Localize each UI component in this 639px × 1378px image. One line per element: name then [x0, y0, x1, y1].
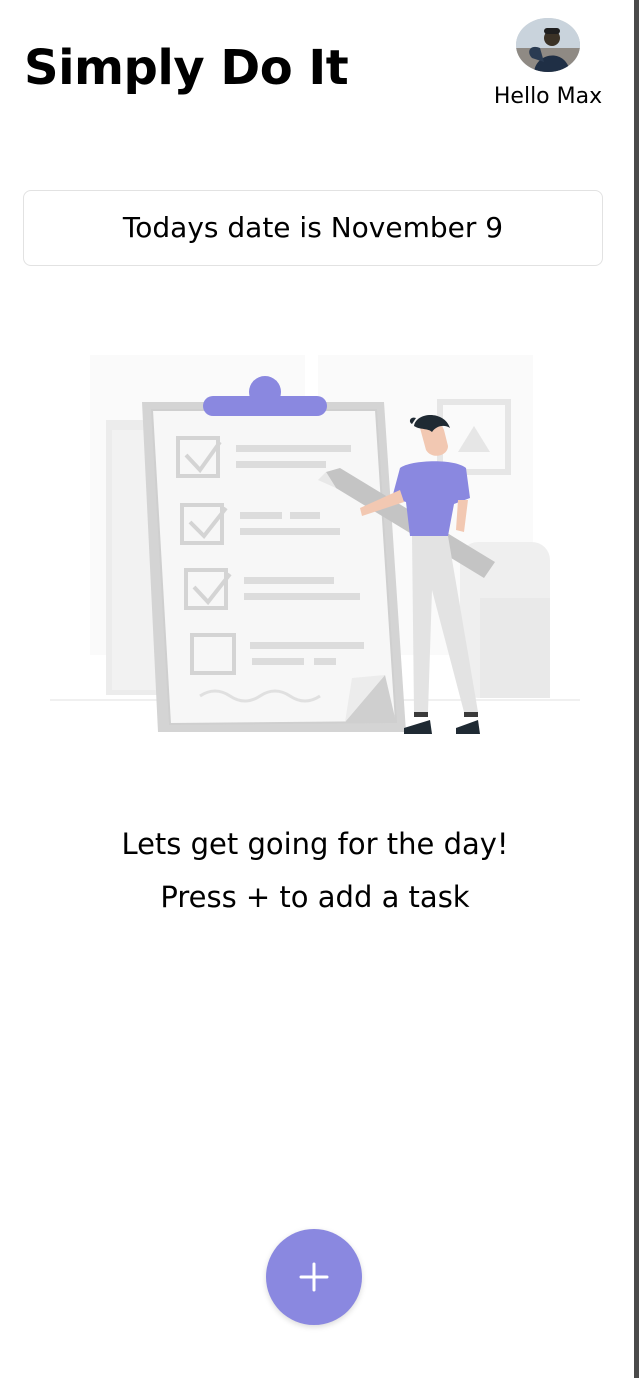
- date-text: Todays date is November 9: [122, 211, 504, 244]
- date-card: Todays date is November 9: [23, 190, 603, 266]
- empty-state-illustration: [40, 340, 600, 750]
- window-edge: [634, 0, 639, 1378]
- add-task-button[interactable]: [266, 1229, 362, 1325]
- app-title: Simply Do It: [24, 40, 349, 96]
- avatar[interactable]: [516, 18, 580, 72]
- plus-icon: [299, 1262, 329, 1292]
- user-photo-icon: [516, 18, 580, 72]
- empty-state-message: Lets get going for the day!: [121, 827, 509, 861]
- user-profile[interactable]: Hello Max: [488, 18, 608, 118]
- greeting-text: Hello Max: [493, 84, 603, 109]
- checklist-illustration-icon: [50, 355, 580, 734]
- empty-state-hint: Press + to add a task: [160, 880, 470, 914]
